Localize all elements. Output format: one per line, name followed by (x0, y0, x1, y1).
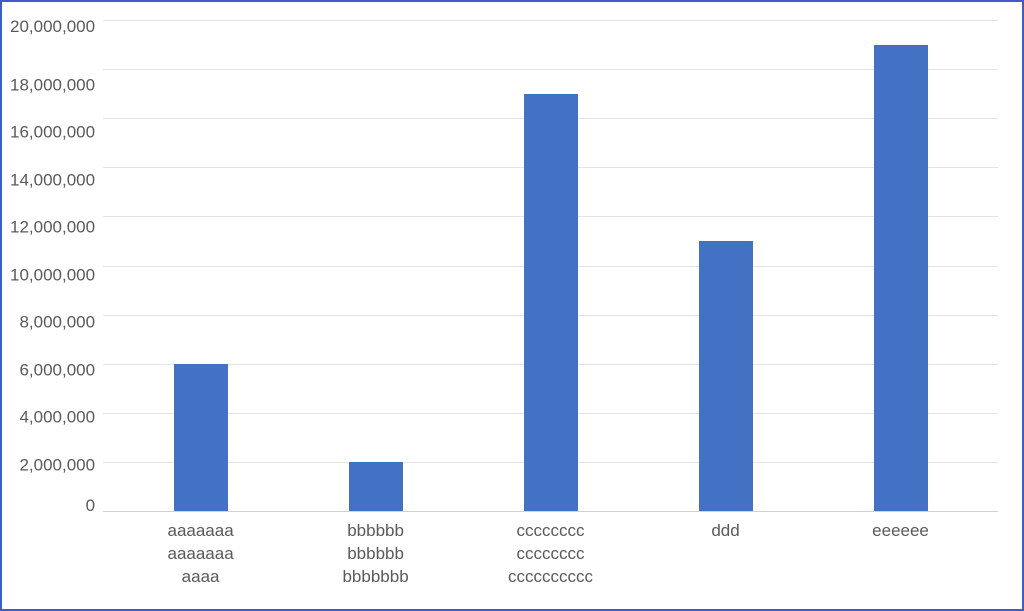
y-axis: 20,000,000 18,000,000 16,000,000 14,000,000… (10, 20, 103, 512)
plot-area (103, 20, 998, 512)
bars-container (103, 20, 998, 511)
bar (874, 45, 928, 512)
y-tick: 6,000,000 (19, 361, 95, 378)
x-axis: aaaaaaaaaaaaaaaaaabbbbbbbbbbbbbbbbbbbccc… (103, 512, 998, 589)
x-label-line: aaaaaaa (113, 543, 288, 566)
bar-slot (463, 20, 638, 511)
y-tick: 16,000,000 (10, 124, 95, 141)
bar (349, 462, 403, 511)
x-axis-spacer (10, 512, 103, 589)
y-tick: 12,000,000 (10, 219, 95, 236)
x-label-line: bbbbbb (288, 520, 463, 543)
plot-wrap (103, 20, 998, 512)
x-label-line: aaaaaaa (113, 520, 288, 543)
x-label-line: bbbbbbb (288, 566, 463, 589)
bar (699, 241, 753, 511)
x-label-line: aaaa (113, 566, 288, 589)
bar-slot (813, 20, 988, 511)
bar (524, 94, 578, 512)
y-tick: 20,000,000 (10, 18, 95, 35)
x-label: cccccccccccccccccccccccccc (463, 520, 638, 589)
y-tick: 8,000,000 (19, 314, 95, 331)
x-label-line: bbbbbb (288, 543, 463, 566)
x-label-line: eeeeee (813, 520, 988, 543)
bar (174, 364, 228, 511)
y-tick: 2,000,000 (19, 456, 95, 473)
x-label-line: cccccccc (463, 520, 638, 543)
x-label-line: cccccccccc (463, 566, 638, 589)
y-tick: 4,000,000 (19, 409, 95, 426)
chart-body: 20,000,000 18,000,000 16,000,000 14,000,000… (10, 20, 998, 512)
y-tick: 0 (86, 497, 95, 514)
x-label-line: ddd (638, 520, 813, 543)
x-axis-outer: aaaaaaaaaaaaaaaaaabbbbbbbbbbbbbbbbbbbccc… (10, 512, 998, 589)
y-tick: 18,000,000 (10, 76, 95, 93)
x-label: aaaaaaaaaaaaaaaaaa (113, 520, 288, 589)
bar-slot (638, 20, 813, 511)
bar-slot (113, 20, 288, 511)
bar-slot (288, 20, 463, 511)
x-label: bbbbbbbbbbbbbbbbbbb (288, 520, 463, 589)
y-tick: 14,000,000 (10, 171, 95, 188)
y-tick: 10,000,000 (10, 266, 95, 283)
x-label: eeeeee (813, 520, 988, 589)
x-label: ddd (638, 520, 813, 589)
x-label-line: cccccccc (463, 543, 638, 566)
chart-frame: 20,000,000 18,000,000 16,000,000 14,000,000… (0, 0, 1024, 611)
